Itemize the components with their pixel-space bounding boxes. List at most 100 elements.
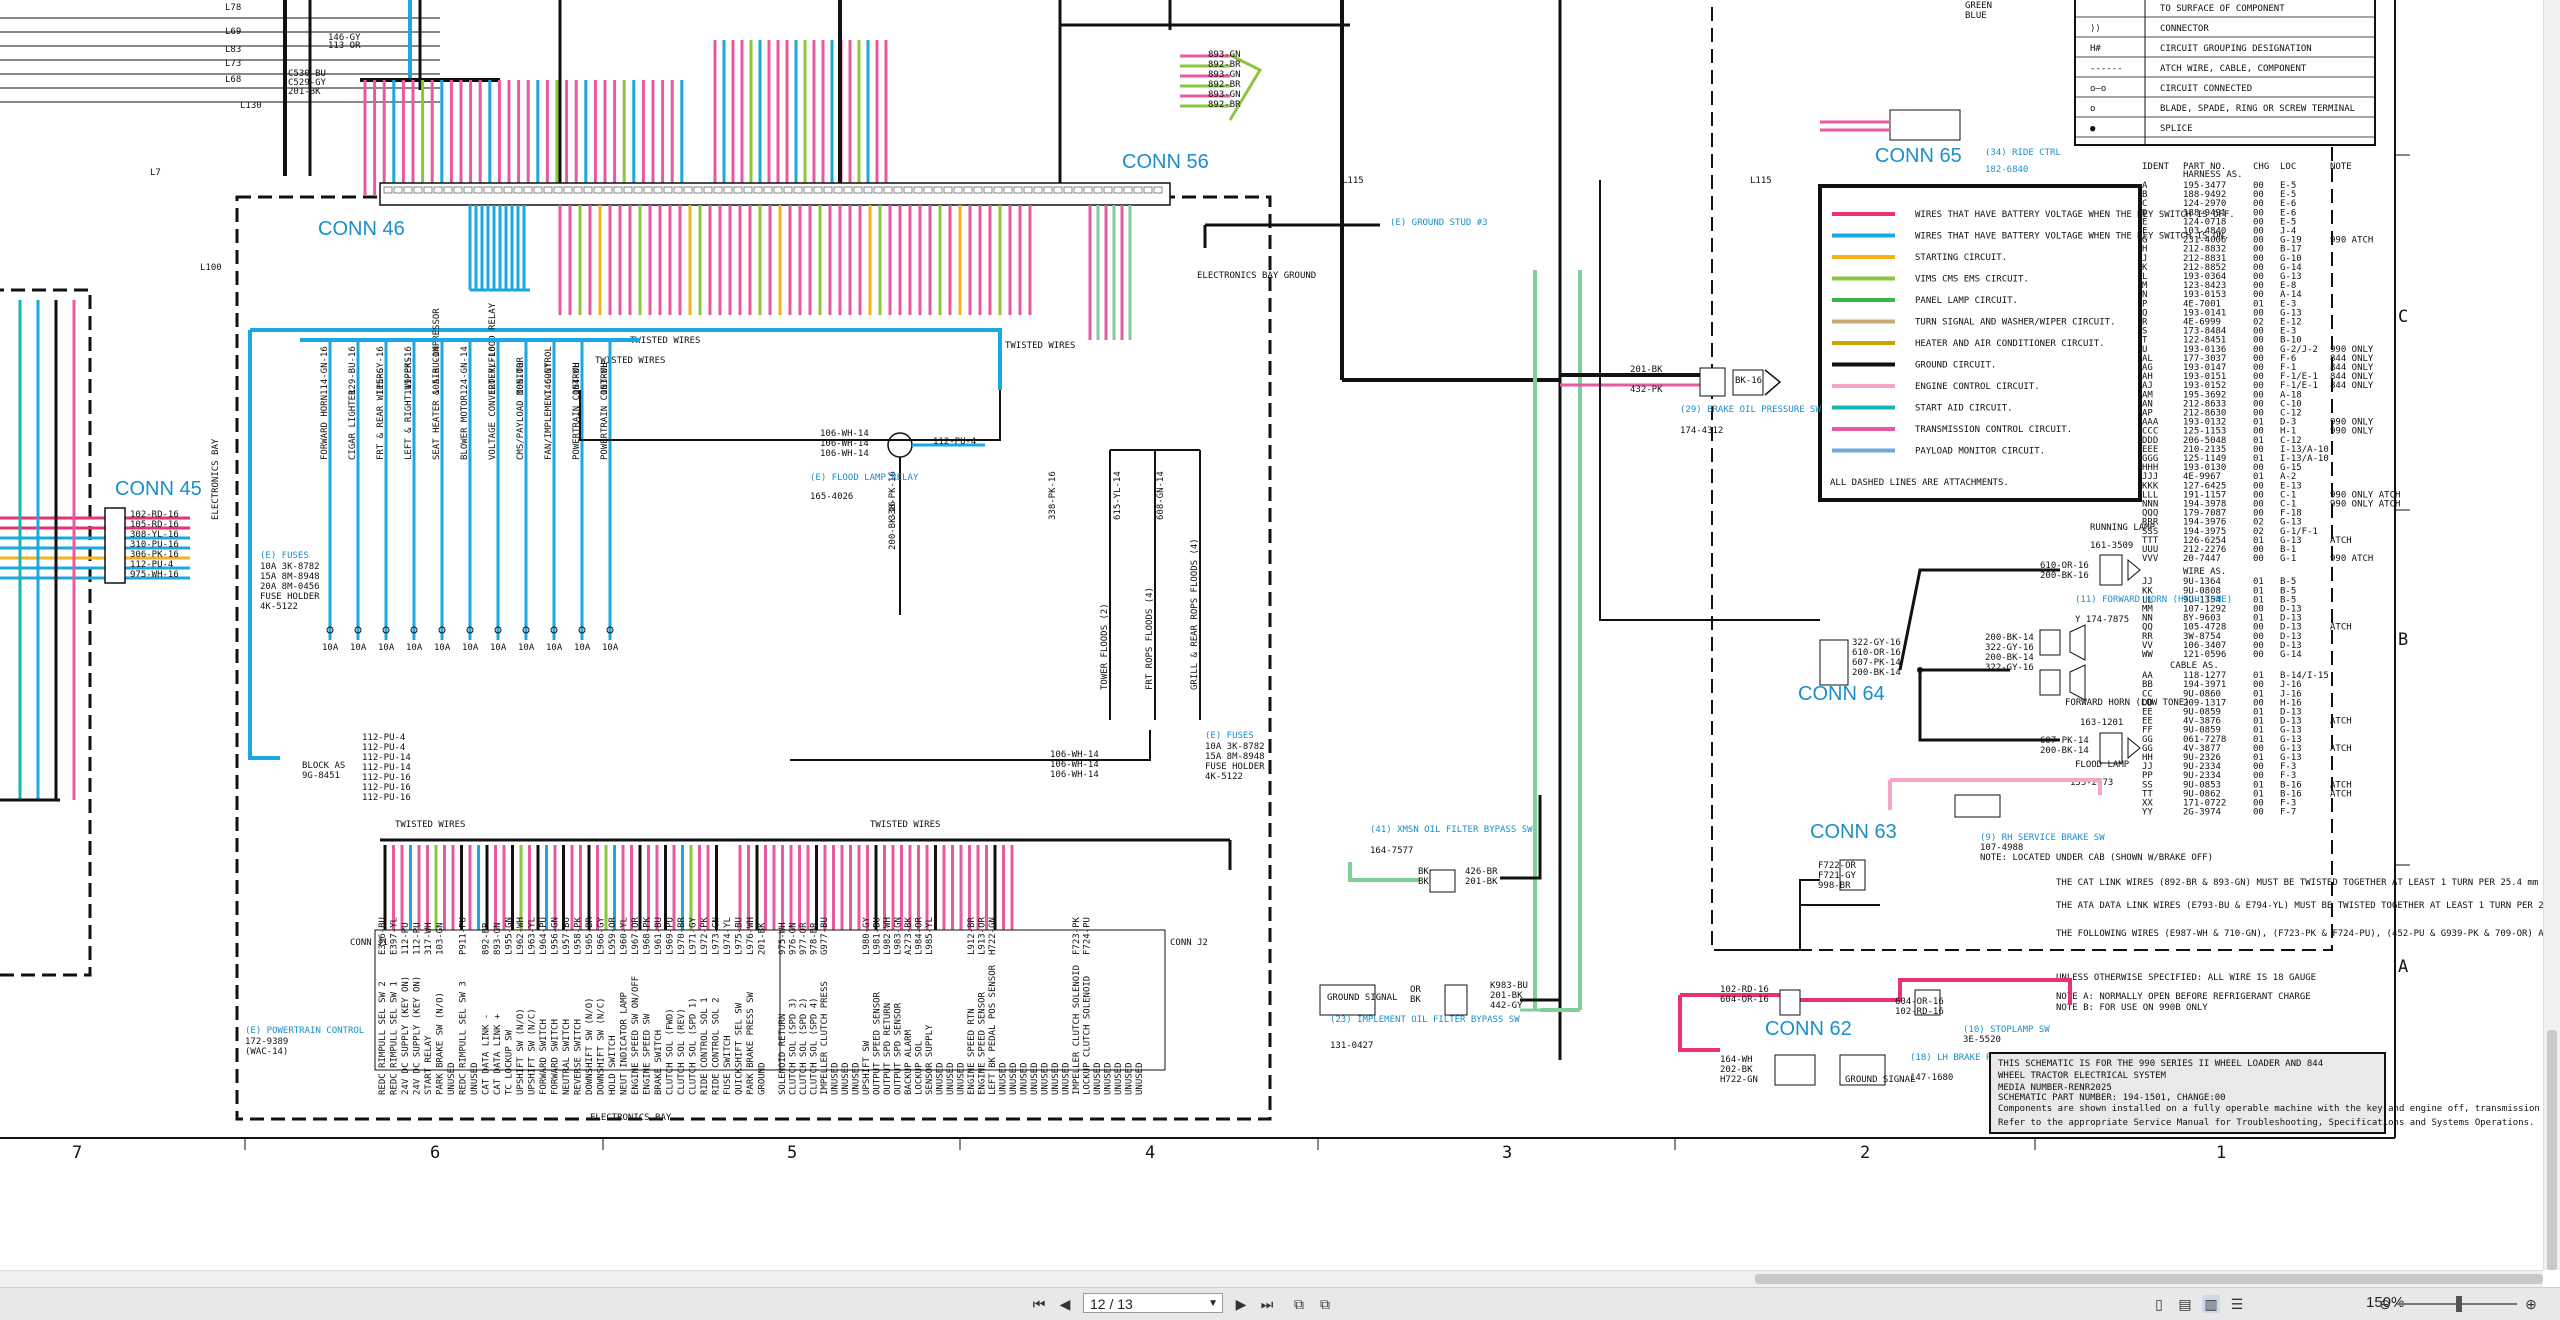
j1-wire-label: L958-PK [574, 916, 584, 955]
zoom-slider-handle[interactable] [2456, 1296, 2462, 1312]
j1-pin-label: FORWARD SWITCH [551, 1019, 561, 1095]
conn63-pin: 998-BR [1818, 881, 1851, 891]
single-page-view-icon[interactable]: ▯ [2150, 1295, 2168, 1313]
cable-cell: ATCH [2330, 717, 2352, 727]
legend-text: PANEL LAMP CIRCUIT. [1915, 296, 2018, 306]
horizontal-scrollbar[interactable] [0, 1270, 2543, 1288]
wire-label: L7 [150, 168, 161, 178]
j1-pin-label: ENGINE SPEED SW [643, 1013, 653, 1095]
legend-text: START AID CIRCUIT. [1915, 404, 2013, 414]
wire-cell: 00 [2253, 650, 2264, 660]
j1-wire-label: L973-GN [712, 917, 722, 955]
fuse-block-pin: 112-PU-4 [362, 733, 405, 743]
horn-pin: 200-BK-14 [1985, 633, 2034, 643]
fuse-rating: 10A [322, 643, 339, 653]
harness-cell: 20-7447 [2183, 554, 2221, 564]
horizontal-scroll-thumb[interactable] [1755, 1274, 2543, 1284]
j1-pin-label: HOLD SWITCH [608, 1035, 618, 1095]
j1-pin-label: UNUSED [447, 1062, 457, 1095]
conn63-wire [1720, 879, 1820, 951]
flood-col-wire-label: 615-YL-14 [1113, 471, 1123, 520]
first-page-button[interactable]: ⏮ [1030, 1295, 1048, 1313]
j1-pin-label: FORWARD SWITCH [539, 1019, 549, 1095]
wire-label: L78 [225, 3, 241, 13]
status-bar: ⏮ ◀ 12 / 13 ▼ ▶ ⏭ ⧉ ⧉ ▯ ▤ ▥ ☰ 150% ⊖ ⊕ [0, 1287, 2560, 1320]
j1-wire-label: L970-BR [677, 916, 687, 955]
last-page-button[interactable]: ⏭ [1258, 1295, 1276, 1313]
j2-pin-label: UNUSED [1135, 1062, 1145, 1095]
zoom-out-icon[interactable]: ⊖ [2376, 1295, 2394, 1313]
harness-subheader: HARNESS AS. [2183, 170, 2243, 180]
j2-pin-label: IMPELLER CLUTCH SOLENOID [1072, 965, 1082, 1095]
continuous-view-icon[interactable]: ▤ [2176, 1295, 2194, 1313]
ground-signal-label: GROUND SIGNAL [1845, 1075, 1915, 1085]
conn45-pin: 102-RD-16 [130, 510, 179, 520]
cable-cell: ATCH [2330, 789, 2352, 799]
j1-pin-label: REVERSE SWITCH [574, 1019, 584, 1095]
j1-pin-label: NEUTRAL SWITCH [562, 1019, 572, 1095]
legend-text: GROUND CIRCUIT. [1915, 361, 1996, 371]
fuse-rating: 10A [434, 643, 451, 653]
j1-pin-label: DOWNSHIFT SW (N/O) [585, 997, 595, 1095]
wire-label: L130 [240, 101, 262, 111]
fuse-wire-label: 115-GY-16 [376, 346, 386, 395]
wire-header: WIRE AS. [2183, 567, 2226, 577]
vertical-scroll-thumb[interactable] [2547, 1030, 2557, 1270]
zoom-in-icon[interactable]: ⊕ [2522, 1295, 2540, 1313]
conn62-block [1774, 1054, 1816, 1086]
fuse-rating: 10A [546, 643, 563, 653]
j1-pin-label: CLUTCH SOL (FWD) [666, 1008, 676, 1095]
conn45-pin: 310-PU-16 [130, 540, 179, 550]
wire-code: 113-OR [328, 41, 361, 51]
copy-page-icon[interactable]: ⧉ [1290, 1295, 1308, 1313]
j2-pin-label: CLUTCH SOL (SPD 3) [789, 997, 799, 1095]
paste-page-icon[interactable]: ⧉ [1316, 1295, 1334, 1313]
flood-pin: 200-BK-14 [2040, 746, 2089, 756]
wire-cell: G-14 [2280, 650, 2302, 660]
conn63-pin: F722-OR [1818, 861, 1857, 871]
legend-footer: ALL DASHED LINES ARE ATTACHMENTS. [1830, 478, 2009, 488]
forward-horn-part: Y 174-7875 [2075, 615, 2129, 625]
continuous-facing-view-icon[interactable]: ☰ [2228, 1295, 2246, 1313]
fuse2-line: 15A 8M-8948 [1205, 752, 1265, 762]
j1-wire-label: 112-PU [413, 922, 423, 955]
page-number-field[interactable]: 12 / 13 ▼ [1083, 1293, 1223, 1313]
j1-pin-label: REDC RIMPULL SEL SW 1 [390, 981, 400, 1095]
powertrain-part: 172-9389 [245, 1037, 288, 1047]
fuse-line: 4K-5122 [260, 602, 298, 612]
facing-view-icon[interactable]: ▥ [2202, 1295, 2220, 1313]
j1-wire-label: 893-GN [493, 922, 503, 955]
relay-pin-label: 112-PU-4 [933, 437, 976, 447]
stoplamp-pin: 604-OR-16 [1720, 995, 1769, 1005]
j2-pin-label: OUTPUT SPEED SENSOR [873, 991, 883, 1095]
next-page-button[interactable]: ▶ [1232, 1295, 1250, 1313]
running-part: 161-3509 [2090, 541, 2133, 551]
symbol-text: BLADE, SPADE, RING OR SCREW TERMINAL [2160, 104, 2355, 114]
vertical-scrollbar[interactable] [2543, 0, 2560, 1270]
fuse-rating: 10A [574, 643, 591, 653]
j1-pin-label: 24V DC SUPPLY (KEY ON) [401, 976, 411, 1095]
stoplamp-wire [1678, 995, 1720, 1052]
wire-code: 892-BR [1208, 60, 1241, 70]
conn-j2-label: CONN J2 [1170, 938, 1208, 948]
j2-pin-label: UNUSED [1041, 1062, 1051, 1095]
fuse-block-pin: 112-PU-4 [362, 743, 405, 753]
ground-stud-label: (E) GROUND STUD #3 [1390, 218, 1488, 228]
j1-wire-label: L960-YL [620, 917, 630, 955]
fuse-blue-wire [248, 330, 280, 760]
chevron-down-icon[interactable]: ▼ [1208, 1294, 1218, 1314]
harness-cell: 990 ATCH [2330, 236, 2373, 246]
j1-pin-label: BRAKE SWITCH [654, 1030, 664, 1095]
j1-pin-label: RIDE CONTROL SOL 2 [712, 997, 722, 1095]
j2-pin-label: CLUTCH SOL (SPD 4) [810, 997, 820, 1095]
pressure-switch-icon [1764, 369, 1782, 396]
cable-cell: 2G-3974 [2183, 808, 2221, 818]
cable-header: CABLE AS. [2170, 661, 2219, 671]
splice-dot [1917, 667, 1923, 673]
fuses2-title: (E) FUSES [1205, 731, 1254, 741]
previous-page-button[interactable]: ◀ [1056, 1295, 1074, 1313]
conn62-pin: H722-GN [1720, 1075, 1758, 1085]
j2-pin-label: UNUSED [946, 1062, 956, 1095]
stoplamp-pin: 102-RD-16 [1895, 1007, 1944, 1017]
fuse-wire-label: 120-YL-16 [488, 346, 498, 395]
